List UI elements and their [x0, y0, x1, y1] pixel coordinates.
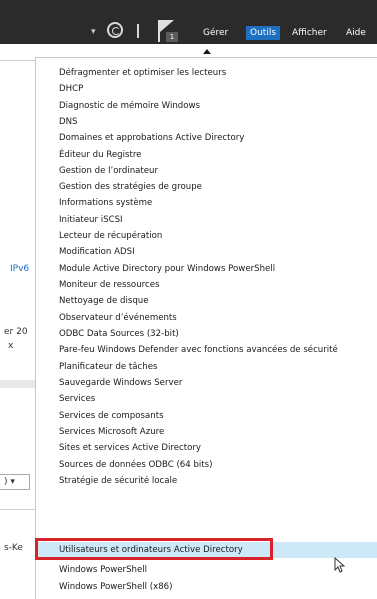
toolbar-separator — [137, 24, 139, 38]
notification-count-badge: 1 — [166, 32, 178, 42]
menu-item[interactable]: Services — [36, 391, 377, 407]
menu-item[interactable]: Sauvegarde Windows Server — [36, 375, 377, 391]
menu-item[interactable]: Module Active Directory pour Windows Pow… — [36, 261, 377, 277]
menu-item[interactable]: Défragmenter et optimiser les lecteurs — [36, 65, 377, 81]
menu-gerer[interactable]: Gérer — [203, 27, 228, 39]
menu-item[interactable]: Lecteur de récupération — [36, 228, 377, 244]
notifications-flag-icon[interactable]: 1 — [158, 20, 178, 42]
menu-item[interactable]: Initiateur iSCSI — [36, 212, 377, 228]
menu-item[interactable]: Gestion de l’ordinateur — [36, 163, 377, 179]
menu-item[interactable]: Diagnostic de mémoire Windows — [36, 98, 377, 114]
annotation-highlight-box — [35, 538, 273, 560]
menu-item[interactable]: Services de composants — [36, 408, 377, 424]
truncated-text: er 20 — [4, 327, 28, 337]
refresh-icon[interactable] — [107, 22, 123, 38]
truncated-text: x — [8, 341, 14, 351]
menu-item[interactable]: DHCP — [36, 81, 377, 97]
chevron-down-icon[interactable]: ▾ — [91, 27, 96, 37]
menu-item[interactable]: Domaines et approbations Active Director… — [36, 130, 377, 146]
background-window: IPv6 er 20 x ) ▾ s-Ke — [0, 44, 36, 599]
menu-item[interactable]: Gestion des stratégies de groupe — [36, 179, 377, 195]
menu-item[interactable]: DNS — [36, 114, 377, 130]
menu-item[interactable]: Éditeur du Registre — [36, 147, 377, 163]
menu-item[interactable]: Sites et services Active Directory — [36, 440, 377, 456]
menu-item[interactable]: ODBC Data Sources (32-bit) — [36, 326, 377, 342]
menu-outils[interactable]: Outils — [246, 26, 281, 40]
mouse-cursor-icon — [334, 557, 346, 573]
menu-item[interactable]: Sources de données ODBC (64 bits) — [36, 457, 377, 473]
server-manager-toolbar: ▾ 1 Gérer Outils Afficher Aide — [0, 0, 377, 44]
tools-dropdown-menu: Défragmenter et optimiser les lecteurs D… — [35, 57, 377, 599]
menu-item[interactable]: Pare-feu Windows Defender avec fonctions… — [36, 342, 377, 358]
ipv6-link[interactable]: IPv6 — [10, 264, 29, 274]
menu-item[interactable]: Planificateur de tâches — [36, 359, 377, 375]
combo-box-fragment[interactable]: ) ▾ — [0, 474, 30, 490]
menu-item[interactable]: Modification ADSI — [36, 244, 377, 260]
menu-item[interactable]: Nettoyage de disque — [36, 293, 377, 309]
menu-item[interactable]: Services Microsoft Azure — [36, 424, 377, 440]
menu-item[interactable]: Moniteur de ressources — [36, 277, 377, 293]
menu-item[interactable]: Windows PowerShell (x86) — [36, 579, 377, 595]
menu-pointer — [203, 49, 211, 54]
menu-aide[interactable]: Aide — [346, 27, 366, 39]
truncated-text: s-Ke — [4, 543, 23, 553]
menu-item[interactable]: Stratégie de sécurité locale — [36, 473, 377, 489]
panel-header-bar — [0, 380, 36, 388]
menu-item[interactable]: Observateur d’événements — [36, 310, 377, 326]
menu-item[interactable]: Informations système — [36, 195, 377, 211]
menu-afficher[interactable]: Afficher — [292, 27, 327, 39]
divider — [0, 60, 36, 61]
divider — [0, 509, 36, 510]
menu-item[interactable]: Windows PowerShell — [36, 562, 377, 578]
